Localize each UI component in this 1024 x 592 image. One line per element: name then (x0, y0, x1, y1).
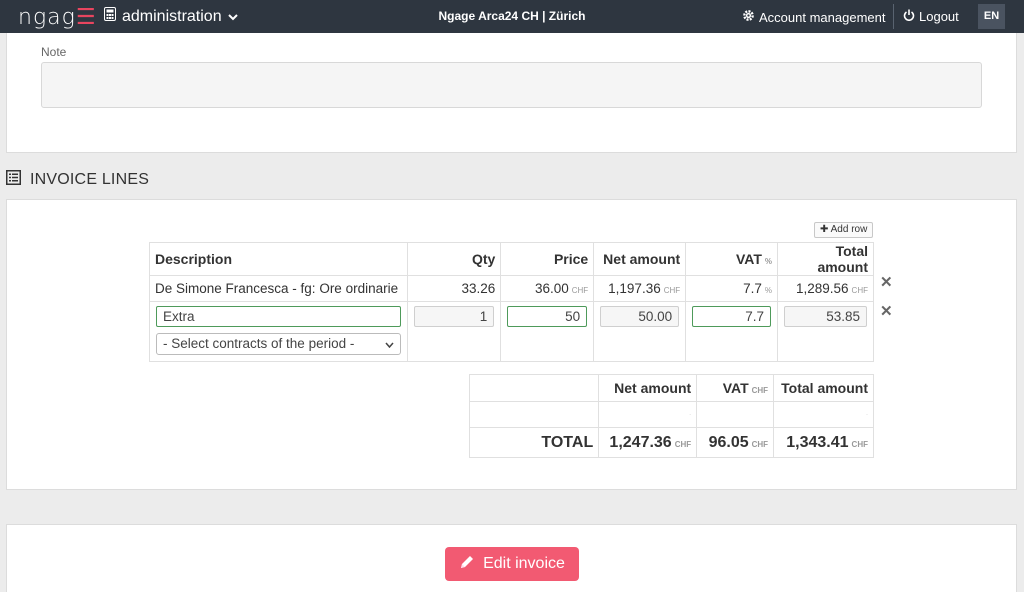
add-row-button[interactable]: ✚ Add row (814, 222, 874, 238)
total-vat-currency: CHF (751, 439, 769, 449)
row-price: 36.00 CHF (500, 275, 595, 302)
module-label: administration (122, 7, 222, 25)
add-row-label: Add row (830, 224, 868, 235)
total-amount-input[interactable]: 53.85 (784, 306, 867, 327)
row-vat-value: 7.7 (743, 281, 762, 296)
totals-spacer-row: · · (468, 401, 874, 428)
row-vat: 7.7% (685, 275, 779, 302)
column-price: Price (500, 242, 595, 276)
list-icon (6, 170, 21, 190)
totals-vat-header: VAT CHF (696, 374, 775, 402)
totals-vat-label: VAT (722, 380, 749, 396)
price-input[interactable]: 50 (507, 306, 588, 327)
row-total-currency: CHF (851, 286, 868, 295)
row-total-amount: 1,289.56 CHF (777, 275, 874, 302)
invoice-lines-panel: ✚ Add row Description Qty Price Net amou… (6, 199, 1017, 490)
totals-row: TOTAL 1,247.36 CHF 96.05 CHF 1,343.41 CHF (468, 427, 874, 458)
row-price-currency: CHF (571, 286, 589, 295)
edit-total-cell: 53.85 (777, 301, 874, 362)
total-amount: 1,343.41 CHF (773, 427, 874, 458)
column-description: Description (148, 242, 409, 276)
power-icon (903, 9, 915, 24)
total-net: 1,247.36 CHF (598, 427, 698, 458)
table-header-row: Description Qty Price Net amount VAT% To… (148, 242, 874, 276)
logout-link[interactable]: Logout (903, 9, 959, 24)
edit-net-cell: 50.00 (593, 301, 687, 362)
total-vat: 96.05 CHF (696, 427, 775, 458)
column-qty: Qty (407, 242, 502, 276)
edit-vat-cell: 7.7 (685, 301, 779, 362)
actions-panel: Edit invoice (6, 524, 1017, 592)
total-amount-value: 1,343.41 (786, 433, 849, 451)
totals-net-header: Net amount (598, 374, 698, 402)
contract-select-label: - Select contracts of the period - (163, 336, 355, 351)
row-net-amount: 1,197.36 CHF (593, 275, 687, 302)
language-selector[interactable]: EN (978, 4, 1005, 29)
logo-mark: ☰ (75, 5, 97, 30)
total-label: TOTAL (468, 427, 600, 458)
delete-edit-row-icon[interactable]: ✕ (880, 302, 893, 320)
edit-price-cell: 50 (500, 301, 595, 362)
pencil-icon (459, 554, 475, 575)
column-total-amount: Total amount (777, 242, 874, 276)
totals-vat-unit: CHF (751, 386, 769, 395)
total-net-value: 1,247.36 (609, 433, 672, 451)
invoice-lines-title: INVOICE LINES (30, 171, 150, 188)
account-management-label: Account management (759, 9, 886, 25)
table-row: De Simone Francesca - fg: Ore ordinarie … (148, 275, 874, 302)
row-qty: 33.26 (407, 275, 502, 302)
total-amount-currency: CHF (851, 439, 868, 449)
note-label: Note (41, 45, 67, 59)
module-selector[interactable]: administration (104, 7, 238, 26)
spacer-cell (696, 401, 775, 428)
note-textarea[interactable] (41, 62, 982, 108)
invoice-lines-header: INVOICE LINES (6, 170, 149, 190)
account-management-link[interactable]: Account management (742, 9, 885, 25)
row-vat-unit: % (764, 286, 773, 295)
totals-header-row: Net amount VAT CHF Total amount (468, 374, 874, 402)
edit-qty-cell: 1 (407, 301, 502, 362)
gear-icon (742, 9, 755, 25)
app-logo[interactable]: ngag☰ (18, 5, 97, 30)
logout-label: Logout (919, 9, 959, 24)
spacer-cell (468, 401, 600, 428)
column-vat-unit: % (764, 257, 773, 266)
spacer-cell: · (598, 401, 698, 428)
plus-icon: ✚ (820, 224, 829, 235)
edit-description-cell: Extra - Select contracts of the period - (148, 301, 409, 362)
net-amount-input[interactable]: 50.00 (600, 306, 680, 327)
column-vat-label: VAT (735, 251, 762, 267)
chevron-down-icon (227, 8, 238, 26)
column-net-amount: Net amount (593, 242, 687, 276)
top-nav-bar: ngag☰ administration Ngage Arca24 CH | Z… (0, 0, 1024, 33)
spacer-cell: · (773, 401, 874, 428)
totals-table: Net amount VAT CHF Total amount · · TOTAL… (468, 374, 874, 458)
column-vat: VAT% (685, 242, 779, 276)
row-net-value: 1,197.36 (608, 281, 661, 296)
totals-empty-header (468, 374, 600, 402)
note-panel: Note (6, 33, 1017, 153)
vat-input[interactable]: 7.7 (692, 306, 772, 327)
edit-invoice-label: Edit invoice (483, 555, 565, 572)
total-vat-value: 96.05 (708, 433, 749, 451)
contract-select[interactable]: - Select contracts of the period - (156, 333, 402, 355)
calculator-icon (104, 7, 116, 26)
invoice-lines-table: Description Qty Price Net amount VAT% To… (148, 242, 874, 362)
qty-input[interactable]: 1 (414, 306, 495, 327)
description-input[interactable]: Extra (156, 306, 402, 327)
totals-total-header: Total amount (773, 374, 874, 402)
row-price-value: 36.00 (534, 281, 569, 296)
row-total-value: 1,289.56 (795, 281, 849, 296)
row-description: De Simone Francesca - fg: Ore ordinarie (148, 275, 409, 302)
edit-row: Extra - Select contracts of the period -… (148, 301, 874, 362)
total-net-currency: CHF (674, 439, 692, 449)
nav-divider (893, 4, 894, 29)
edit-invoice-button[interactable]: Edit invoice (445, 547, 579, 581)
row-net-currency: CHF (663, 286, 681, 295)
delete-row-icon[interactable]: ✕ (880, 273, 893, 291)
chevron-down-icon (385, 334, 395, 354)
